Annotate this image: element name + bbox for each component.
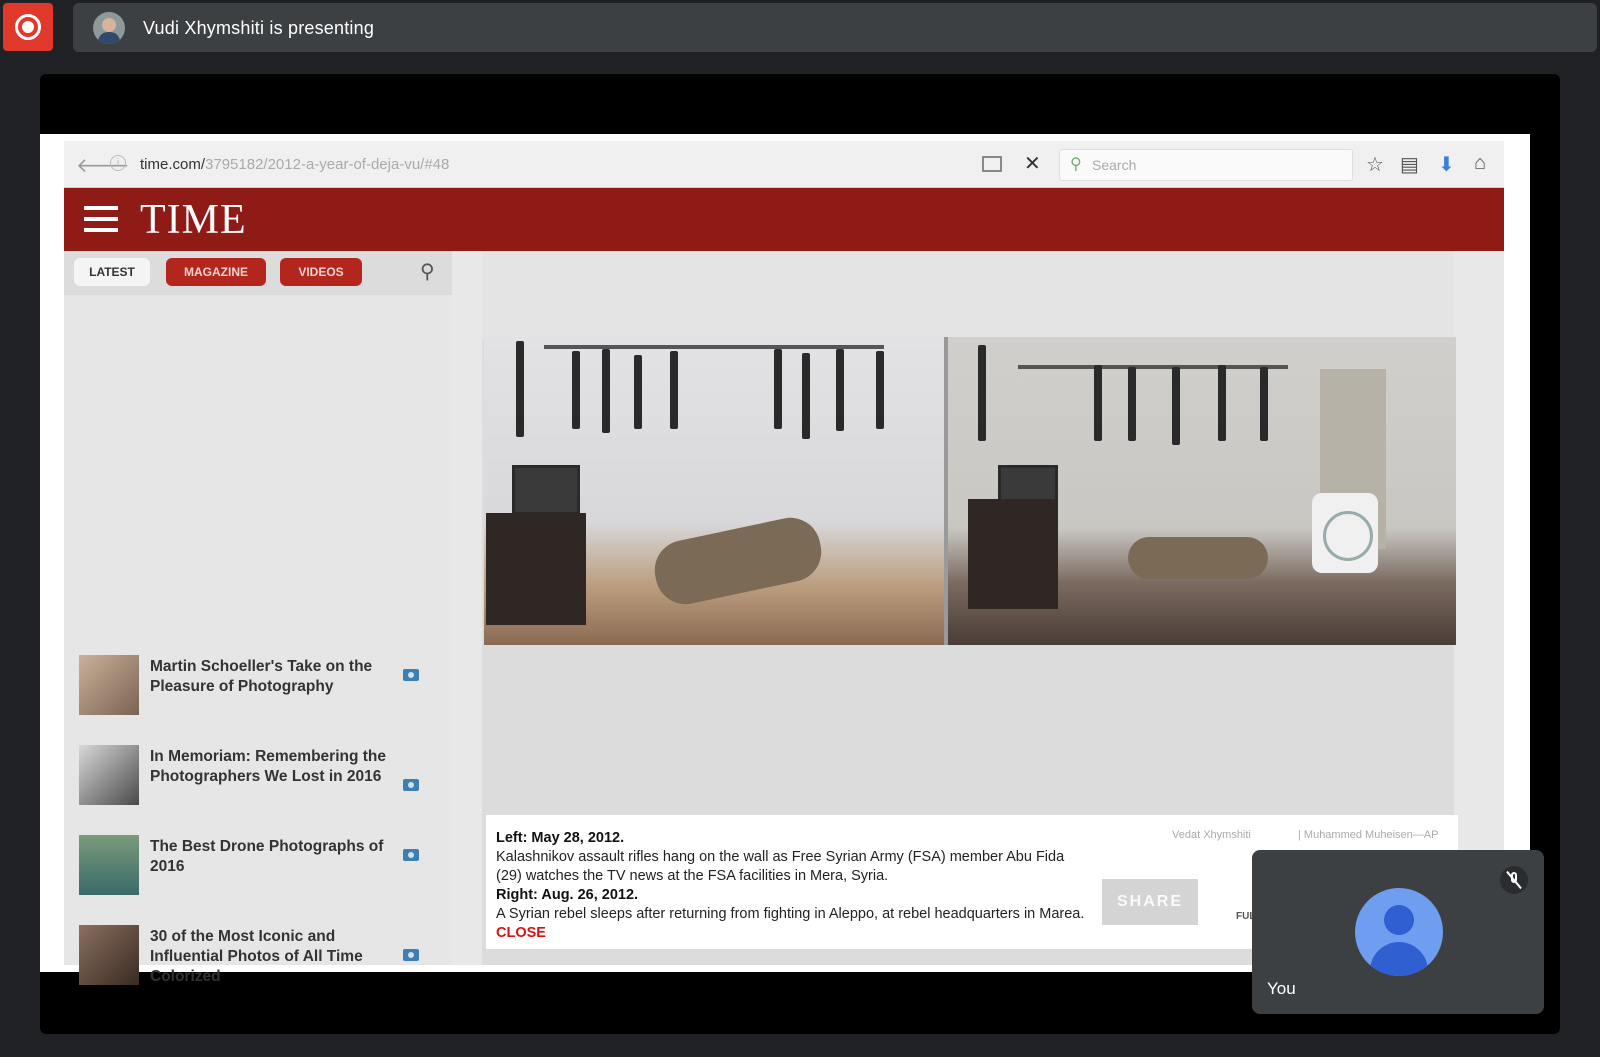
camera-icon — [403, 849, 419, 861]
url-host: time.com/ — [140, 156, 206, 173]
section-nav: LATEST MAGAZINE VIDEOS ⚲ — [64, 251, 452, 295]
browser-search-input[interactable]: ⚲ Search — [1059, 149, 1353, 181]
story-title[interactable]: The Best Drone Photographs of 2016 — [150, 837, 390, 877]
sidebar-story[interactable]: Martin Schoeller's Take on the Pleasure … — [79, 655, 439, 725]
tab-magazine[interactable]: MAGAZINE — [166, 258, 266, 286]
sidebar-story[interactable]: In Memoriam: Remembering the Photographe… — [79, 745, 439, 815]
sidebar-story[interactable]: The Best Drone Photographs of 2016 — [79, 835, 439, 905]
story-title[interactable]: Martin Schoeller's Take on the Pleasure … — [150, 657, 390, 697]
photo-left — [484, 337, 944, 645]
record-icon[interactable] — [3, 3, 53, 51]
url-bar[interactable]: time.com/3795182/2012-a-year-of-deja-vu/… — [140, 156, 449, 173]
camera-icon — [403, 669, 419, 681]
browser-toolbar: 🡐 i time.com/3795182/2012-a-year-of-deja… — [64, 141, 1504, 188]
caption-right-label: Right: Aug. 26, 2012. — [496, 887, 639, 903]
story-thumbnail — [79, 835, 139, 895]
gallery-photo[interactable] — [484, 337, 1456, 645]
share-button[interactable]: SHARE — [1102, 879, 1198, 925]
avatar — [1355, 888, 1443, 976]
presenting-banner: Vudi Xhymshiti is presenting — [73, 3, 1597, 52]
caption-close-link[interactable]: CLOSE — [496, 925, 546, 941]
star-icon[interactable]: ☆ — [1366, 152, 1384, 177]
browser-window: 🡐 i time.com/3795182/2012-a-year-of-deja… — [64, 141, 1504, 985]
url-path: 3795182/2012-a-year-of-deja-vu/#48 — [205, 156, 450, 173]
photo-right — [948, 337, 1456, 645]
tab-latest[interactable]: LATEST — [74, 258, 150, 286]
photo-credit-right: | Muhammed Muheisen—AP — [1298, 829, 1439, 841]
photo-credit-left: Vedat Xhymshiti — [1172, 829, 1251, 841]
caption-left-text: Kalashnikov assault rifles hang on the w… — [496, 849, 1065, 884]
tab-videos[interactable]: VIDEOS — [280, 258, 362, 286]
info-icon[interactable]: i — [110, 155, 126, 171]
story-title[interactable]: 30 of the Most Iconic and Influential Ph… — [150, 927, 390, 987]
story-thumbnail — [79, 745, 139, 805]
close-icon[interactable]: ✕ — [1024, 151, 1041, 176]
sidebar: LATEST MAGAZINE VIDEOS ⚲ Martin Schoelle… — [64, 251, 452, 985]
story-title[interactable]: In Memoriam: Remembering the Photographe… — [150, 747, 390, 787]
reader-view-icon[interactable] — [982, 156, 1002, 172]
story-thumbnail — [79, 655, 139, 715]
camera-icon — [403, 949, 419, 961]
camera-icon — [403, 779, 419, 791]
download-icon[interactable]: ⬇ — [1438, 152, 1455, 177]
self-view-tile[interactable]: You — [1252, 850, 1544, 1014]
caption-left-label: Left: May 28, 2012. — [496, 830, 625, 846]
caption-right-text: A Syrian rebel sleeps after returning fr… — [496, 906, 1085, 922]
site-header: TIME — [64, 188, 1504, 251]
clipboard-icon[interactable]: ▤ — [1400, 152, 1419, 177]
sidebar-story[interactable]: 30 of the Most Iconic and Influential Ph… — [79, 925, 439, 995]
search-icon: ⚲ — [1070, 156, 1082, 173]
presenting-text: Vudi Xhymshiti is presenting — [143, 18, 375, 38]
presenter-avatar — [93, 12, 125, 44]
story-thumbnail — [79, 925, 139, 985]
search-placeholder: Search — [1092, 157, 1137, 173]
home-icon[interactable]: ⌂ — [1474, 152, 1486, 175]
caption-text: Left: May 28, 2012. Kalashnikov assault … — [496, 829, 1086, 943]
self-label: You — [1267, 979, 1296, 998]
ad-area — [482, 251, 1454, 341]
site-logo[interactable]: TIME — [140, 196, 247, 244]
shared-page-area: 🡐 i time.com/3795182/2012-a-year-of-deja… — [40, 134, 1530, 985]
hamburger-menu-icon[interactable] — [84, 206, 118, 239]
search-icon[interactable]: ⚲ — [420, 259, 435, 284]
mic-off-icon[interactable] — [1500, 866, 1528, 894]
